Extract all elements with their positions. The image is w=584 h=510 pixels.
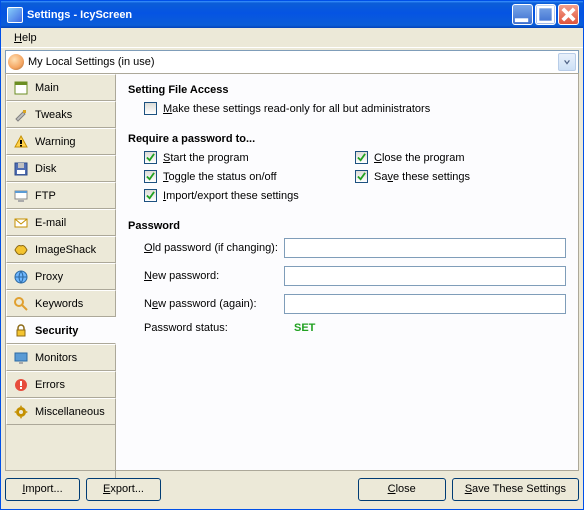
section-require-password: Require a password to... — [128, 133, 566, 145]
sidebar-item-label: Miscellaneous — [35, 406, 105, 418]
again-password-label: New password (again): — [144, 298, 284, 310]
imageshack-icon — [13, 242, 29, 258]
new-password-label: New password: — [144, 270, 284, 282]
minimize-button[interactable] — [512, 4, 533, 25]
password-status-label: Password status: — [144, 322, 284, 334]
close-checkbox[interactable] — [355, 151, 368, 164]
sidebar-item-label: FTP — [35, 190, 56, 202]
sidebar-item-label: Disk — [35, 163, 56, 175]
again-password-input[interactable] — [284, 294, 566, 314]
miscellaneous-icon — [13, 404, 29, 420]
import-button[interactable]: Import... — [5, 478, 80, 501]
profile-text: My Local Settings (in use) — [28, 56, 558, 68]
profile-selector[interactable]: My Local Settings (in use) — [5, 50, 579, 74]
settings-window: Settings - IcyScreen Help My Local Setti… — [0, 0, 584, 510]
sidebar-item-email[interactable]: E-mail — [6, 209, 116, 236]
start-label: Start the program — [163, 152, 249, 164]
import-label: Import/export these settings — [163, 190, 299, 202]
old-password-input[interactable] — [284, 238, 566, 258]
disk-icon — [13, 161, 29, 177]
keywords-icon — [13, 296, 29, 312]
close-window-button[interactable] — [558, 4, 579, 25]
proxy-icon — [13, 269, 29, 285]
sidebar-item-security[interactable]: Security — [6, 317, 116, 344]
new-password-input[interactable] — [284, 266, 566, 286]
toggle-label: Toggle the status on/off — [163, 171, 277, 183]
sidebar-item-imageshack[interactable]: ImageShack — [6, 236, 116, 263]
readonly-checkbox[interactable] — [144, 102, 157, 115]
warning-icon — [13, 134, 29, 150]
email-icon — [13, 215, 29, 231]
close-label: Close the program — [374, 152, 465, 164]
sidebar-item-label: Proxy — [35, 271, 63, 283]
toggle-checkbox[interactable] — [144, 170, 157, 183]
sidebar-item-errors[interactable]: Errors — [6, 371, 116, 398]
sidebar-item-tweaks[interactable]: Tweaks — [6, 101, 116, 128]
window-title: Settings - IcyScreen — [27, 9, 512, 21]
errors-icon — [13, 377, 29, 393]
sidebar-item-label: Keywords — [35, 298, 83, 310]
user-icon — [8, 54, 24, 70]
titlebar: Settings - IcyScreen — [1, 1, 583, 28]
old-password-label: Old password (if changing): — [144, 242, 284, 254]
sidebar-item-monitors[interactable]: Monitors — [6, 344, 116, 371]
tweaks-icon — [13, 107, 29, 123]
sidebar-item-label: Errors — [35, 379, 65, 391]
export-button[interactable]: Export... — [86, 478, 161, 501]
chevron-down-icon[interactable] — [558, 53, 576, 71]
sidebar-item-keywords[interactable]: Keywords — [6, 290, 116, 317]
sidebar-item-main[interactable]: Main — [6, 74, 116, 101]
sidebar-item-label: Security — [35, 325, 78, 337]
password-status-value: SET — [294, 322, 315, 334]
sidebar-item-label: Monitors — [35, 352, 77, 364]
readonly-label: Make these settings read-only for all bu… — [163, 103, 430, 115]
maximize-button[interactable] — [535, 4, 556, 25]
section-file-access: Setting File Access — [128, 84, 566, 96]
sidebar-item-label: ImageShack — [35, 244, 96, 256]
app-icon — [7, 7, 23, 23]
sidebar-item-warning[interactable]: Warning — [6, 128, 116, 155]
section-password: Password — [128, 220, 566, 232]
sidebar: Main Tweaks Warning Disk FTP E-mail ImageShack… — [5, 73, 116, 471]
menubar: Help — [1, 28, 583, 48]
sidebar-item-miscellaneous[interactable]: Miscellaneous — [6, 398, 116, 425]
content-panel: Setting File Access Make these settings … — [116, 73, 579, 471]
sidebar-item-label: Main — [35, 82, 59, 94]
monitors-icon — [13, 350, 29, 366]
start-checkbox[interactable] — [144, 151, 157, 164]
main-icon — [13, 80, 29, 96]
save-button[interactable]: Save These Settings — [452, 478, 579, 501]
ftp-icon — [13, 188, 29, 204]
security-icon — [13, 323, 29, 339]
save-checkbox[interactable] — [355, 170, 368, 183]
sidebar-item-proxy[interactable]: Proxy — [6, 263, 116, 290]
sidebar-item-label: Warning — [35, 136, 76, 148]
close-button[interactable]: Close — [358, 478, 446, 501]
sidebar-item-ftp[interactable]: FTP — [6, 182, 116, 209]
menu-help[interactable]: Help — [7, 30, 44, 46]
save-label: Save these settings — [374, 171, 470, 183]
import-checkbox[interactable] — [144, 189, 157, 202]
sidebar-item-label: E-mail — [35, 217, 66, 229]
sidebar-item-label: Tweaks — [35, 109, 72, 121]
footer: Import... Export... Close Save These Set… — [5, 475, 579, 503]
sidebar-item-disk[interactable]: Disk — [6, 155, 116, 182]
